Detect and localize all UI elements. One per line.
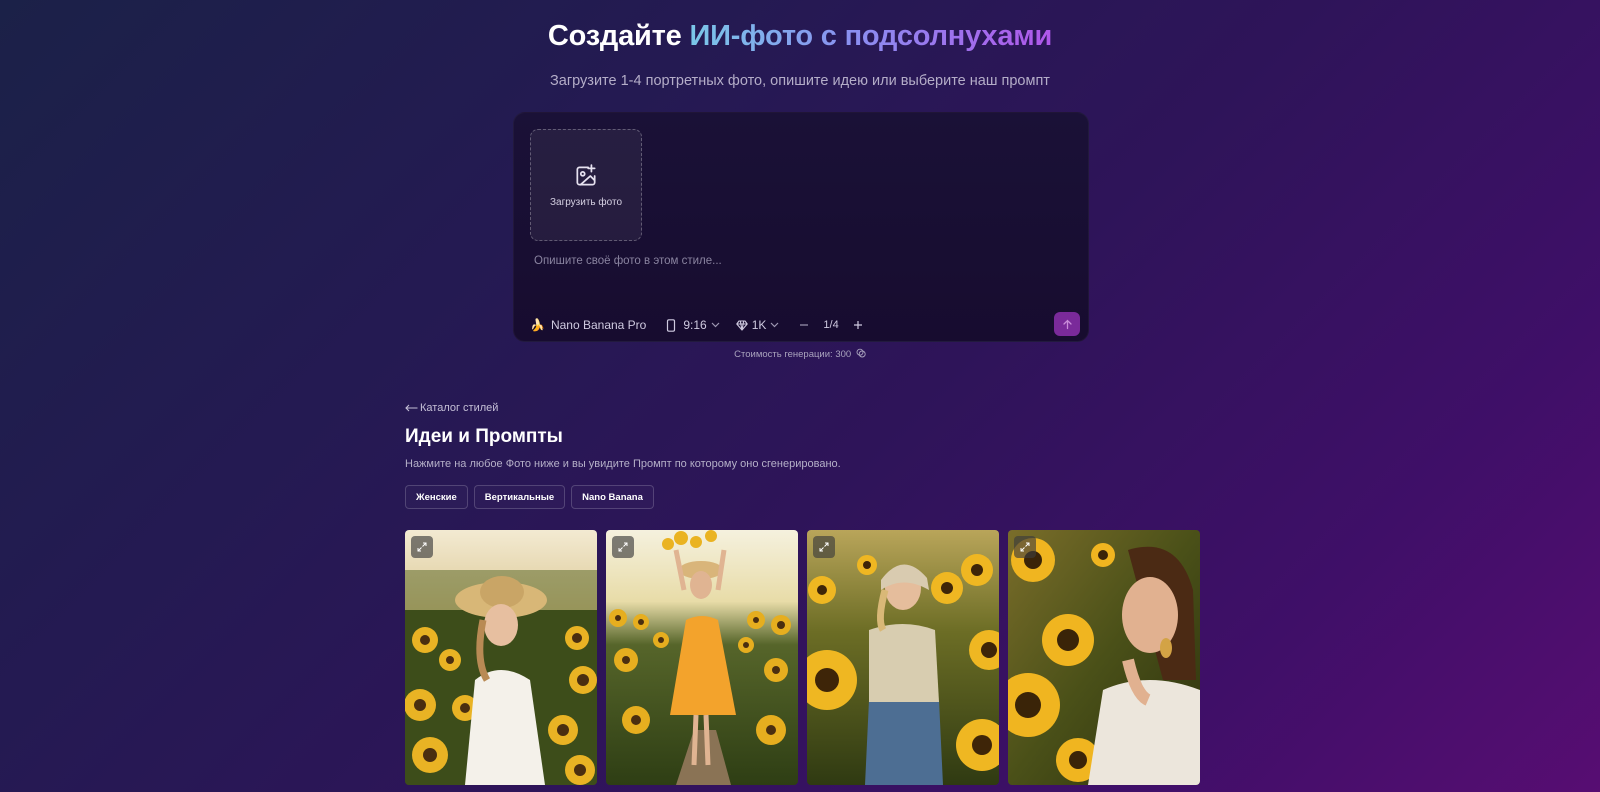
expand-icon — [1020, 542, 1030, 552]
expand-icon — [618, 542, 628, 552]
sunflower-photo — [405, 530, 597, 785]
generation-cost-text: Стоимость генерации: 300 — [734, 349, 852, 360]
sunflower-photo — [807, 530, 999, 785]
coin-icon — [856, 348, 866, 358]
tag-list: Женские Вертикальные Nano Banana — [405, 485, 654, 509]
resolution-select[interactable]: 1K — [735, 318, 780, 332]
hero-title: Создайте ИИ-фото с подсолнухами — [0, 20, 1600, 53]
section-description: Нажмите на любое Фото ниже и вы увидите … — [405, 458, 841, 470]
expand-button[interactable] — [612, 536, 634, 558]
resolution-label: 1K — [751, 318, 767, 332]
section-title: Идеи и Промпты — [405, 426, 563, 447]
hero-title-prefix: Создайте — [547, 20, 690, 52]
sunflower-photo — [606, 530, 798, 785]
prompt-input[interactable] — [530, 251, 1070, 291]
hero-title-accent: ИИ-фото с подсолнухами — [689, 20, 1053, 52]
prompt-composer: Загрузить фото 🍌 Nano Banana Pro 9:16 1K… — [513, 112, 1089, 342]
gallery-photo-card[interactable] — [807, 530, 999, 785]
aspect-ratio-select[interactable]: 9:16 — [666, 318, 720, 332]
arrow-left-icon — [405, 404, 418, 412]
count-increase-button[interactable] — [853, 320, 863, 330]
model-select[interactable]: 🍌 Nano Banana Pro — [530, 318, 646, 332]
diamond-icon — [735, 319, 748, 331]
upload-photo-button[interactable]: Загрузить фото — [530, 129, 642, 241]
generation-cost: Стоимость генерации: 300 — [0, 348, 1600, 360]
expand-button[interactable] — [813, 536, 835, 558]
count-decrease-button[interactable] — [799, 320, 809, 330]
gallery-photo-card[interactable] — [1008, 530, 1200, 785]
tag-chip[interactable]: Вертикальные — [473, 485, 566, 509]
tag-chip[interactable]: Женские — [405, 485, 468, 509]
sunflower-photo — [1008, 530, 1200, 785]
expand-icon — [417, 542, 427, 552]
image-plus-icon — [576, 163, 596, 186]
aspect-ratio-label: 9:16 — [683, 318, 707, 332]
gallery-photo-card[interactable] — [606, 530, 798, 785]
photo-gallery — [405, 530, 1200, 785]
send-button[interactable] — [1054, 312, 1080, 336]
arrow-up-icon — [1062, 319, 1072, 329]
image-count: 1/4 — [823, 319, 839, 331]
upload-photo-label: Загрузить фото — [549, 196, 623, 208]
expand-button[interactable] — [411, 536, 433, 558]
tag-chip[interactable]: Nano Banana — [571, 485, 654, 509]
gallery-photo-card[interactable] — [405, 530, 597, 785]
banana-icon: 🍌 — [530, 318, 545, 332]
hero-subtitle: Загрузите 1-4 портретных фото, опишите и… — [550, 73, 1050, 89]
catalog-back-label: Каталог стилей — [420, 402, 499, 414]
chevron-down-icon — [770, 322, 779, 328]
composer-toolbar: 🍌 Nano Banana Pro 9:16 1K 1/4 — [530, 313, 863, 337]
catalog-back-link[interactable]: Каталог стилей — [405, 402, 498, 414]
plus-icon — [853, 321, 862, 329]
chevron-down-icon — [711, 322, 720, 328]
model-label: Nano Banana Pro — [550, 318, 647, 332]
phone-icon — [667, 318, 676, 332]
expand-icon — [819, 542, 829, 552]
minus-icon — [800, 324, 809, 326]
expand-button[interactable] — [1014, 536, 1036, 558]
